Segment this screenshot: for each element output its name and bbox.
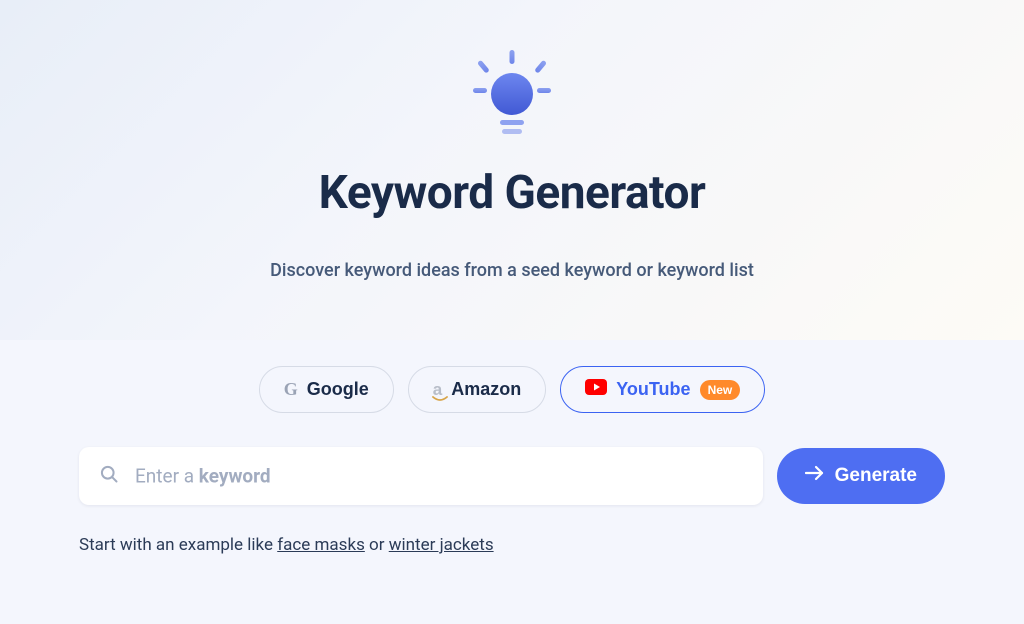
- tab-amazon[interactable]: a Amazon: [408, 366, 546, 413]
- example-line: Start with an example like face masks or…: [79, 535, 945, 555]
- generate-label: Generate: [835, 465, 917, 487]
- source-tabs: G Google a Amazon YouTube New: [259, 366, 766, 413]
- example-sep: or: [365, 535, 389, 555]
- youtube-icon: [585, 379, 607, 400]
- page-title: Keyword Generator: [319, 166, 706, 220]
- amazon-icon: a: [433, 380, 442, 400]
- page-subtitle: Discover keyword ideas from a seed keywo…: [270, 260, 754, 281]
- generate-button[interactable]: Generate: [777, 448, 945, 504]
- search-input[interactable]: [135, 465, 380, 487]
- google-icon: G: [284, 379, 298, 400]
- search-box[interactable]: Enter a keyword: [79, 447, 763, 505]
- arrow-right-icon: [805, 465, 825, 487]
- new-badge: New: [700, 380, 741, 400]
- example-prefix: Start with an example like: [79, 535, 277, 555]
- tab-label: Amazon: [451, 379, 521, 400]
- tab-youtube[interactable]: YouTube New: [560, 366, 765, 413]
- search-icon: [99, 464, 119, 488]
- tab-google[interactable]: G Google: [259, 366, 394, 413]
- example-link-1[interactable]: face masks: [277, 535, 365, 555]
- example-link-2[interactable]: winter jackets: [389, 535, 494, 555]
- tab-label: YouTube: [616, 379, 690, 400]
- tab-label: Google: [307, 379, 369, 400]
- lightbulb-icon: [473, 48, 551, 144]
